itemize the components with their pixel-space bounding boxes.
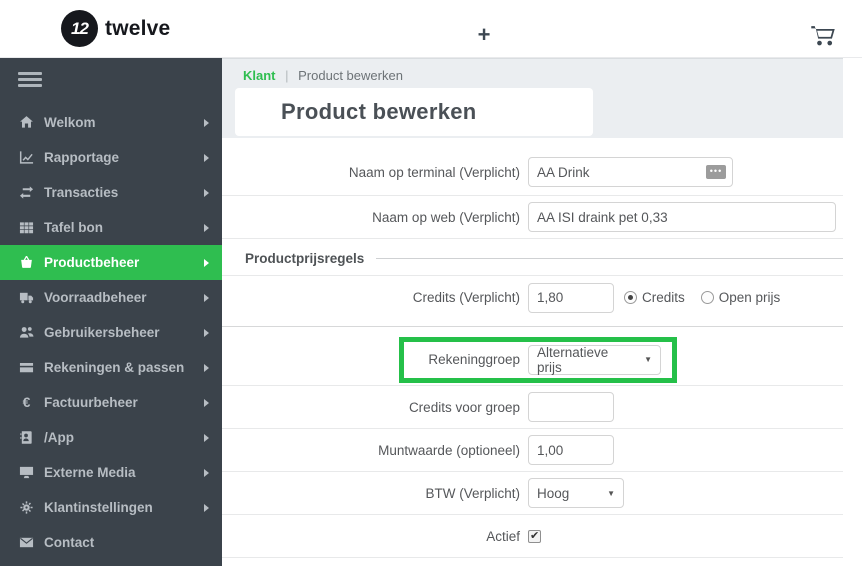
breadcrumb-current: Product bewerken — [298, 68, 403, 83]
add-button[interactable]: + — [473, 24, 495, 47]
menu-icon[interactable] — [18, 72, 42, 87]
sidebar-item-rekeningen-passen[interactable]: Rekeningen & passen — [0, 350, 222, 385]
field-label: Actief — [486, 528, 520, 544]
breadcrumb: Klant | Product bewerken — [222, 59, 843, 83]
chevron-right-icon — [204, 328, 209, 337]
table-grid-icon — [18, 220, 35, 235]
app-window: 12 twelve + Welkom Rapportage Transactie… — [0, 0, 862, 566]
sidebar-item-transacties[interactable]: Transacties — [0, 175, 222, 210]
sidebar-item-rapportage[interactable]: Rapportage — [0, 140, 222, 175]
breadcrumb-klant[interactable]: Klant — [243, 68, 276, 83]
caret-down-icon: ▼ — [607, 488, 615, 498]
chevron-right-icon — [204, 153, 209, 162]
sidebar-item-productbeheer[interactable]: Productbeheer — [0, 245, 222, 280]
form-row-rekeninggroep: Rekeninggroep Alternatieve prijs ▼ — [222, 334, 843, 386]
btw-select[interactable]: Hoog ▼ — [528, 478, 624, 508]
muntwaarde-input[interactable] — [528, 435, 614, 465]
field-label: Credits voor groep — [408, 399, 520, 415]
naam-terminal-input[interactable] — [528, 157, 733, 187]
chevron-right-icon — [204, 363, 209, 372]
input-helper-icon[interactable]: ••• — [706, 165, 726, 179]
radio-button-icon[interactable] — [624, 291, 637, 304]
naam-web-input[interactable] — [528, 202, 836, 232]
field-label: BTW (Verplicht) — [425, 485, 520, 501]
page-title: Product bewerken — [281, 99, 477, 124]
chevron-right-icon — [204, 503, 209, 512]
field-label: Rekeninggroep — [428, 352, 520, 367]
form-row-btw: BTW (Verplicht) Hoog ▼ — [222, 472, 843, 515]
page-title-card: Product bewerken — [235, 88, 593, 136]
cart-button[interactable] — [810, 25, 836, 47]
caret-down-icon: ▼ — [644, 355, 652, 364]
credits-input[interactable] — [528, 282, 614, 313]
gears-icon — [18, 500, 35, 515]
desktop-icon — [18, 465, 35, 480]
sidebar-item-factuurbeheer[interactable]: € Factuurbeheer — [0, 385, 222, 420]
chevron-right-icon — [204, 293, 209, 302]
chevron-right-icon — [204, 468, 209, 477]
sidebar-item-klantinstellingen[interactable]: Klantinstellingen — [0, 490, 222, 525]
chevron-right-icon — [204, 258, 209, 267]
selected-option: Alternatieve prijs — [537, 344, 609, 375]
chevron-right-icon — [204, 398, 209, 407]
sidebar-item-gebruikersbeheer[interactable]: Gebruikersbeheer — [0, 315, 222, 350]
field-label: Naam op terminal (Verplicht) — [348, 164, 520, 180]
rekeninggroep-select[interactable]: Alternatieve prijs ▼ — [528, 344, 661, 375]
product-edit-form: Naam op terminal (Verplicht) ••• Naam op… — [222, 138, 843, 558]
radio-button-icon[interactable] — [700, 291, 714, 304]
form-row-muntwaarde: Muntwaarde (optioneel) — [222, 429, 843, 472]
chevron-right-icon — [204, 223, 209, 232]
breadcrumb-separator: | — [285, 68, 289, 83]
logo-text: twelve — [105, 16, 171, 40]
logo-badge-icon: 12 — [61, 10, 98, 47]
app-logo[interactable]: 12 twelve — [61, 10, 170, 47]
topbar: 12 twelve + — [0, 0, 862, 58]
field-label: Credits (Verplicht) — [412, 290, 520, 305]
envelope-icon — [18, 535, 35, 550]
sidebar-item-externe-media[interactable]: Externe Media — [0, 455, 222, 490]
form-row-credits-groep: Credits voor groep — [222, 386, 843, 429]
shopping-basket-icon — [18, 255, 35, 270]
section-title: Productprijsregels — [245, 251, 365, 266]
sidebar-item-voorraadbeheer[interactable]: Voorraadbeheer — [0, 280, 222, 315]
section-rule — [376, 258, 843, 259]
form-row-naam-terminal: Naam op terminal (Verplicht) ••• — [222, 138, 843, 196]
credits-groep-input[interactable] — [528, 392, 614, 422]
section-header: Productprijsregels — [222, 239, 843, 276]
form-row-actief: Actief — [222, 515, 843, 558]
field-label: Naam op web (Verplicht) — [372, 209, 520, 225]
radio-open-prijs[interactable]: Open prijs — [700, 290, 780, 305]
price-type-radio-group: Credits Open prijs — [624, 290, 780, 305]
chart-line-icon — [18, 150, 35, 165]
sidebar-item-contact[interactable]: Contact — [0, 525, 222, 560]
truck-icon — [18, 290, 35, 305]
exchange-arrows-icon — [18, 185, 35, 200]
productprijsregels-section: Productprijsregels Credits (Verplicht) C… — [222, 239, 843, 327]
form-row-naam-web: Naam op web (Verplicht) — [222, 196, 843, 239]
sidebar-item-tafel-bon[interactable]: Tafel bon — [0, 210, 222, 245]
content-header: Klant | Product bewerken Product bewerke… — [222, 58, 843, 138]
field-label: Muntwaarde (optioneel) — [378, 442, 520, 458]
actief-checkbox[interactable] — [528, 529, 541, 543]
selected-option: Hoog — [537, 485, 570, 501]
chevron-right-icon — [204, 118, 209, 127]
shopping-cart-icon — [810, 26, 836, 51]
home-icon — [18, 115, 35, 130]
users-icon — [18, 325, 35, 340]
address-book-icon — [18, 430, 35, 445]
form-row-credits: Credits (Verplicht) Credits Open prijs — [222, 276, 843, 319]
sidebar-item-welkom[interactable]: Welkom — [0, 105, 222, 140]
sidebar: Welkom Rapportage Transacties Tafel bon — [0, 58, 222, 566]
chevron-right-icon — [204, 188, 209, 197]
euro-icon: € — [22, 394, 31, 410]
sidebar-item-app[interactable]: /App — [0, 420, 222, 455]
radio-credits[interactable]: Credits — [624, 290, 685, 305]
chevron-right-icon — [204, 433, 209, 442]
main-content: Klant | Product bewerken Product bewerke… — [222, 58, 862, 566]
credit-card-icon — [18, 360, 35, 375]
